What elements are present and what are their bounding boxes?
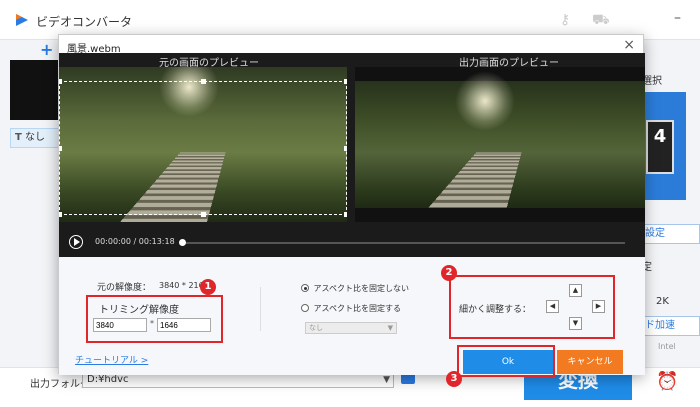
time-separator: / xyxy=(133,237,137,246)
subtitle-none-tab[interactable]: T なし xyxy=(10,128,60,148)
radio-unchecked-icon[interactable] xyxy=(301,304,309,312)
tutorial-link[interactable]: チュートリアル > xyxy=(75,353,148,366)
annotation-badge-3: 3 xyxy=(446,371,462,387)
crop-handle[interactable] xyxy=(59,79,62,84)
trim-resolution-label: トリミング解像度 xyxy=(99,305,179,316)
crop-handle[interactable] xyxy=(201,79,206,84)
key-icon[interactable]: ⚷ xyxy=(560,12,570,28)
intel-label: Intel xyxy=(658,342,676,351)
nudge-down-icon[interactable]: ▼ xyxy=(569,317,582,330)
output-format-panel: 選択 4 設定 定 2K ド加速 Intel xyxy=(640,60,700,360)
crop-handle[interactable] xyxy=(344,212,347,217)
original-preview[interactable] xyxy=(59,67,347,222)
preview-area: 元の画面のプレビュー 出力画面のプレビュー xyxy=(59,53,645,257)
alarm-clock-icon[interactable]: ⏰ xyxy=(656,371,678,392)
output-light xyxy=(455,71,515,131)
time-total: 00:13:18 xyxy=(138,237,175,246)
crop-settings: 元の解像度： 3840 * 2160 1 トリミング解像度 * アスペクト比を固… xyxy=(59,257,645,377)
hardware-accel-button[interactable]: ド加速 xyxy=(640,316,700,336)
crop-handle[interactable] xyxy=(59,146,62,151)
radio-checked-icon[interactable] xyxy=(301,284,309,292)
play-icon[interactable] xyxy=(69,235,83,249)
original-resolution-label: 元の解像度： xyxy=(97,283,152,293)
chevron-down-icon: ▼ xyxy=(383,375,390,385)
format-settings-button[interactable]: 設定 xyxy=(640,224,700,244)
aspect-unlocked-option[interactable]: アスペクト比を固定しない xyxy=(301,283,409,294)
nudge-up-icon[interactable]: ▲ xyxy=(569,284,582,297)
aspect-locked-option[interactable]: アスペクト比を固定する xyxy=(301,303,401,314)
close-icon[interactable]: × xyxy=(623,37,635,53)
app-logo-icon xyxy=(16,14,28,26)
time-current: 00:00:00 xyxy=(95,237,131,246)
player-bar: 00:00:00 / 00:13:18 xyxy=(59,231,645,257)
trim-multiply: * xyxy=(150,319,154,328)
aspect-ratio-value: なし xyxy=(309,324,323,332)
chevron-down-icon: ▼ xyxy=(387,324,393,332)
aspect-locked-label: アスペクト比を固定する xyxy=(313,304,401,313)
aspect-unlocked-label: アスペクト比を固定しない xyxy=(313,284,409,293)
crop-dialog: 風景.webm × 元の画面のプレビュー 出力画面のプレビュー 00:00:00… xyxy=(58,34,645,377)
nudge-right-icon[interactable]: ▶ xyxy=(592,300,605,313)
seek-knob[interactable] xyxy=(179,239,186,246)
resolution-value: 2K xyxy=(656,296,669,307)
trim-width-input[interactable] xyxy=(93,318,147,332)
fine-adjust-label: 細かく調整する： xyxy=(459,305,532,315)
cart-icon[interactable]: ⛟ xyxy=(592,12,610,30)
trim-height-input[interactable] xyxy=(157,318,211,332)
file-thumbnail xyxy=(10,60,60,120)
crop-handle[interactable] xyxy=(201,212,206,217)
format-thumb-text: 4 xyxy=(646,120,674,174)
aspect-ratio-select[interactable]: なし ▼ xyxy=(305,322,397,334)
ok-button[interactable]: Ok xyxy=(463,350,553,374)
crop-handle[interactable] xyxy=(59,212,62,217)
output-folder-value: D:¥hdvc xyxy=(87,374,129,385)
output-preview xyxy=(355,67,645,222)
seek-bar[interactable] xyxy=(181,242,625,244)
divider xyxy=(260,287,261,331)
text-icon: T xyxy=(15,132,22,143)
annotation-badge-1: 1 xyxy=(200,279,216,295)
crop-handle[interactable] xyxy=(344,79,347,84)
subtitle-none-label: なし xyxy=(25,132,45,143)
nudge-left-icon[interactable]: ◀ xyxy=(546,300,559,313)
cancel-button[interactable]: キャンセル xyxy=(557,350,623,374)
time-readout: 00:00:00 / 00:13:18 xyxy=(95,237,175,246)
app-title: ビデオコンバータ xyxy=(36,15,133,29)
crop-handle[interactable] xyxy=(344,146,347,151)
crop-frame[interactable] xyxy=(59,79,347,217)
format-thumbnail[interactable]: 4 xyxy=(640,92,686,200)
minimize-icon[interactable]: – xyxy=(674,10,681,26)
format-select-label[interactable]: 選択 xyxy=(642,72,662,87)
letterbox-bottom xyxy=(355,208,645,222)
add-file-button[interactable]: + xyxy=(40,40,53,59)
